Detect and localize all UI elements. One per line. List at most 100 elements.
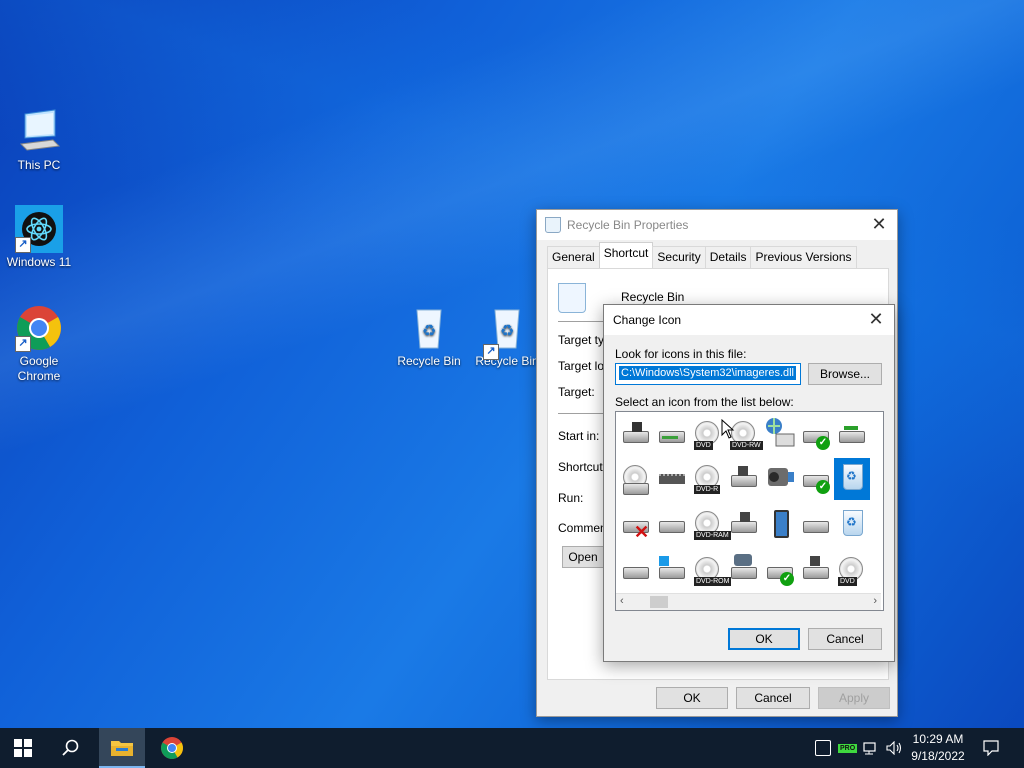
- recycle-bin-icon: ♻: [405, 304, 453, 352]
- desktop-icon-google-chrome[interactable]: ↗ Google Chrome: [1, 304, 77, 384]
- tab-shortcut[interactable]: Shortcut: [598, 242, 654, 269]
- red-x-icon: ✕: [634, 522, 650, 542]
- icon-option[interactable]: ✓: [798, 414, 834, 456]
- tab-details[interactable]: Details: [704, 246, 752, 269]
- scroll-thumb[interactable]: [650, 596, 668, 608]
- folder-icon: [111, 741, 133, 756]
- check-icon: ✓: [780, 572, 794, 586]
- divider: [558, 413, 608, 414]
- svg-text:♻: ♻: [500, 323, 514, 340]
- network-icon[interactable]: [863, 741, 879, 755]
- icon-option[interactable]: [834, 414, 870, 456]
- start-in-label: Start in:: [558, 429, 600, 443]
- camcorder-icon: [768, 468, 794, 486]
- scroll-right-icon[interactable]: ›: [873, 595, 877, 607]
- icon-option[interactable]: [618, 550, 654, 592]
- memory-chip-icon: [659, 474, 685, 484]
- search-button[interactable]: [48, 728, 94, 768]
- recycle-bin-icon: [843, 464, 863, 490]
- icon-option[interactable]: ✓: [798, 458, 834, 500]
- apply-button[interactable]: Apply: [818, 687, 890, 709]
- icon-option[interactable]: DVD: [834, 550, 870, 592]
- cancel-button[interactable]: Cancel: [736, 687, 810, 709]
- drive-icon: [623, 567, 649, 579]
- icon-option[interactable]: [654, 414, 690, 456]
- react-app-icon: ↗: [15, 205, 63, 253]
- volume-icon[interactable]: [886, 741, 904, 755]
- dialog-cancel-button[interactable]: Cancel: [808, 628, 882, 650]
- icon-option[interactable]: [762, 414, 798, 456]
- icon-option[interactable]: [726, 458, 762, 500]
- tab-security[interactable]: Security: [652, 246, 706, 269]
- drive-icon: [623, 483, 649, 495]
- ok-button[interactable]: OK: [656, 687, 728, 709]
- svg-text:♻: ♻: [422, 323, 436, 340]
- server-drive-icon: [731, 567, 757, 579]
- icon-option[interactable]: [726, 550, 762, 592]
- icon-option[interactable]: [726, 504, 762, 546]
- icon-option[interactable]: [654, 458, 690, 500]
- browse-button[interactable]: Browse...: [808, 363, 882, 385]
- icon-option[interactable]: ✕: [618, 504, 654, 546]
- shortcut-arrow-icon: ↗: [15, 237, 31, 253]
- desktop-icon-this-pc[interactable]: This PC: [1, 108, 77, 173]
- close-icon[interactable]: ✕: [866, 310, 886, 330]
- desktop-icon-recycle-bin[interactable]: ♻ Recycle Bin: [391, 304, 467, 369]
- run-label: Run:: [558, 491, 584, 505]
- icon-option[interactable]: [762, 504, 798, 546]
- close-icon[interactable]: ✕: [869, 215, 889, 235]
- recycle-bin-icon: [843, 510, 863, 536]
- target-label: Target:: [558, 385, 595, 399]
- dialog-titlebar[interactable]: Change Icon ✕: [604, 305, 894, 335]
- clock-time[interactable]: 10:29 AM: [908, 731, 968, 747]
- icon-option[interactable]: DVD-R: [690, 458, 726, 500]
- icon-option[interactable]: [618, 414, 654, 456]
- open-file-location-button[interactable]: Open: [562, 546, 604, 568]
- properties-titlebar[interactable]: Recycle Bin Properties ✕: [537, 210, 897, 240]
- shortcut-arrow-icon: ↗: [15, 336, 31, 352]
- icon-option[interactable]: [834, 504, 870, 546]
- icon-list-scrollbar[interactable]: ‹ ›: [616, 593, 881, 610]
- drive-icon: [731, 475, 757, 487]
- icon-file-input[interactable]: C:\Windows\System32\imageres.dll: [615, 363, 801, 385]
- icon-option[interactable]: [798, 504, 834, 546]
- scroll-left-icon[interactable]: ‹: [620, 595, 624, 607]
- pro-badge[interactable]: PRO: [838, 744, 858, 753]
- taskbar: PRO 10:29 AM 9/18/2022: [0, 728, 1024, 768]
- desktop-icon-windows-11[interactable]: ↗ Windows 11: [1, 205, 77, 270]
- icon-option[interactable]: DVD-RAM: [690, 504, 731, 546]
- desktop-icon-label: This PC: [17, 158, 61, 172]
- dialog-title: Change Icon: [613, 313, 682, 327]
- taskbar-file-explorer[interactable]: [99, 728, 145, 768]
- change-icon-dialog[interactable]: Change Icon ✕ Look for icons in this fil…: [603, 304, 895, 662]
- icon-option[interactable]: [762, 458, 798, 500]
- icon-option[interactable]: [618, 458, 654, 500]
- tray-tool-icon[interactable]: [815, 740, 831, 756]
- start-button[interactable]: [0, 728, 46, 768]
- notifications-icon[interactable]: [983, 740, 999, 756]
- icon-option[interactable]: [654, 550, 690, 592]
- printer-icon: [803, 521, 829, 533]
- desktop-icon-recycle-bin-shortcut[interactable]: ♻ ↗ Recycle Bin: [469, 304, 545, 369]
- icon-option[interactable]: ✓: [762, 550, 798, 592]
- search-icon: [62, 739, 79, 756]
- icon-option[interactable]: [798, 550, 834, 592]
- icon-list[interactable]: DVD DVD-RW ✓ DVD-R ✓ ✕ DVD-RAM DVD-ROM ✓…: [615, 411, 884, 611]
- divider: [558, 321, 608, 322]
- recycle-bin-small-icon: [545, 217, 561, 233]
- dialog-ok-button[interactable]: OK: [728, 628, 800, 650]
- window-title: Recycle Bin Properties: [567, 218, 689, 232]
- taskbar-chrome[interactable]: [149, 728, 195, 768]
- icon-option[interactable]: DVD-ROM: [690, 550, 732, 592]
- check-icon: ✓: [816, 436, 830, 450]
- icon-option[interactable]: [654, 504, 690, 546]
- tab-previous-versions[interactable]: Previous Versions: [750, 246, 857, 269]
- tab-strip: General Shortcut Security Details Previo…: [547, 242, 857, 269]
- icon-option-selected[interactable]: [834, 458, 870, 500]
- recycle-bin-icon: ♻ ↗: [483, 304, 531, 360]
- clock-date[interactable]: 9/18/2022: [908, 748, 968, 764]
- printer-icon: [839, 431, 865, 443]
- floppy-drive-icon: [623, 431, 649, 443]
- select-icon-label: Select an icon from the list below:: [615, 395, 794, 409]
- tab-general[interactable]: General: [547, 246, 600, 269]
